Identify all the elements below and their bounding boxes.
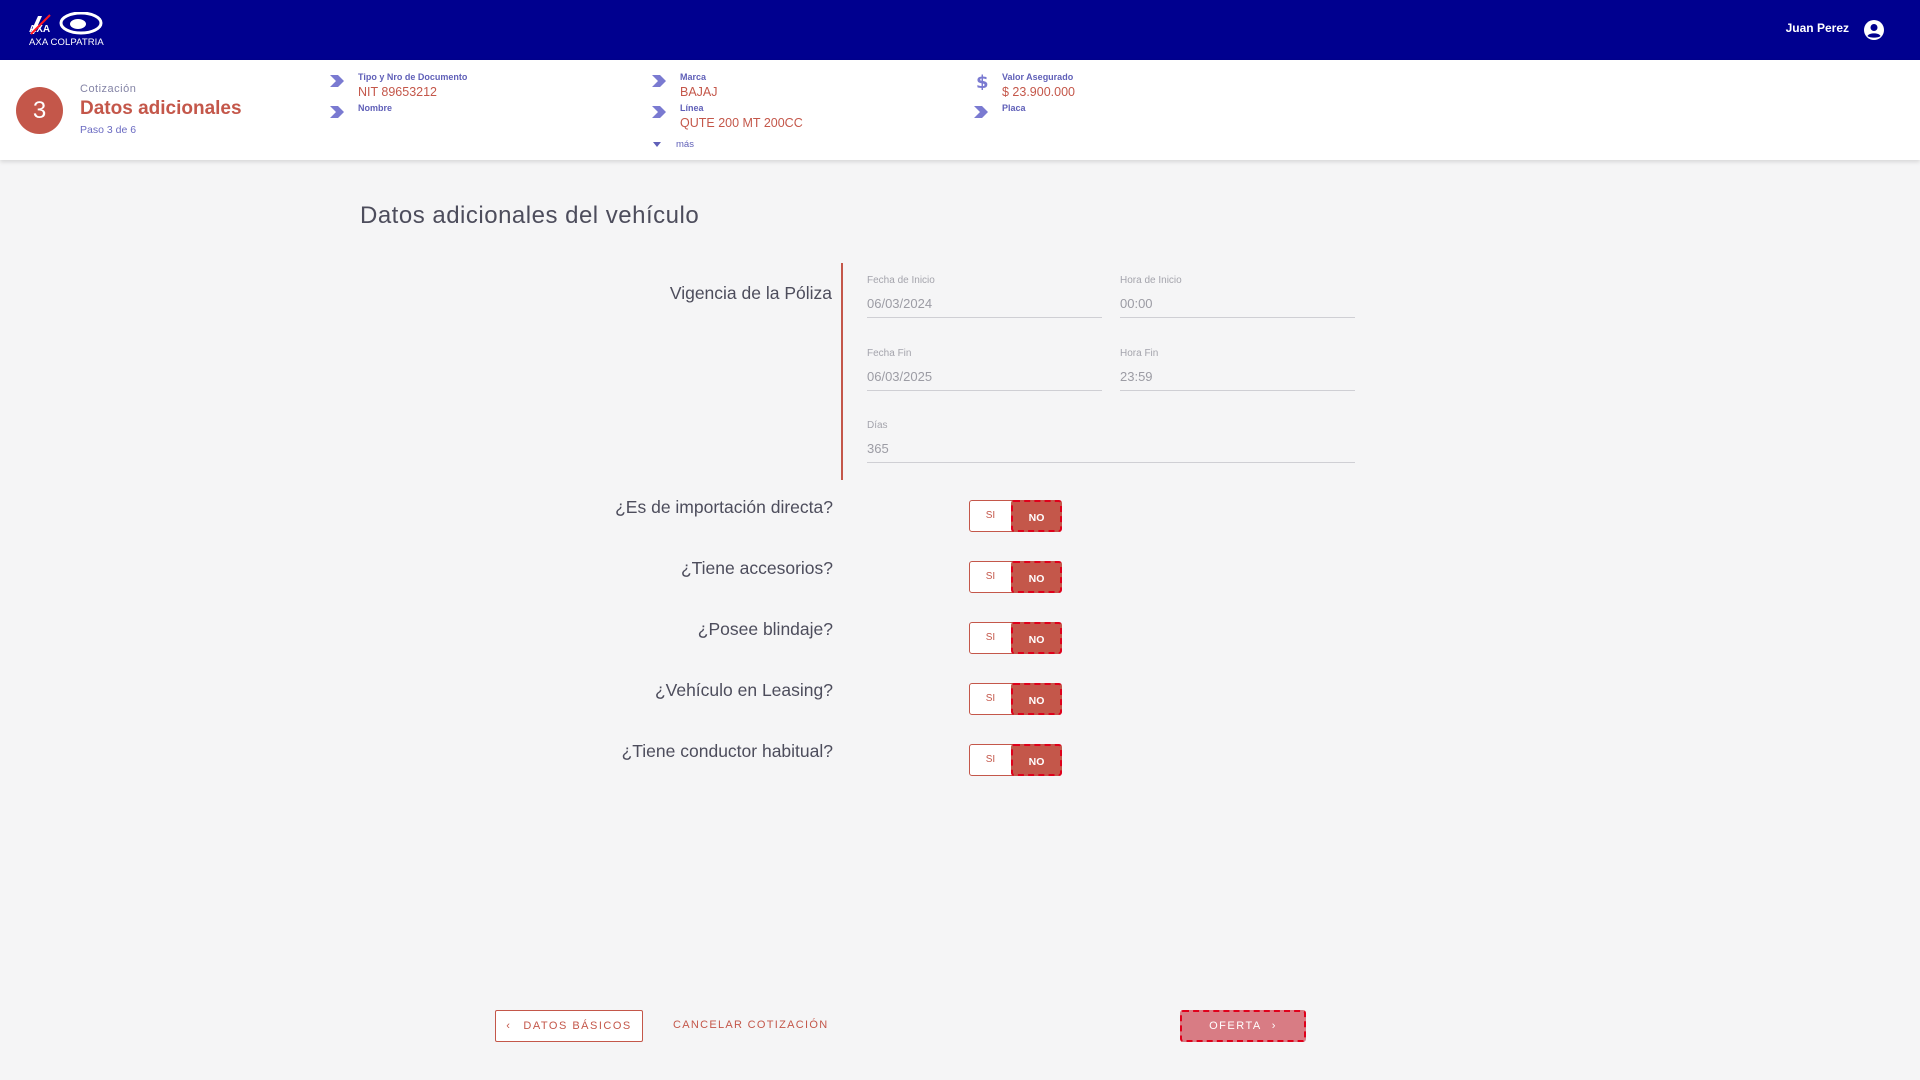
chevron-arrow-icon [330,75,344,87]
chevron-left-icon: ‹ [506,1020,512,1032]
summary-insured-value-label: Valor Asegurado [1002,72,1074,82]
toggle-no-option[interactable]: NO [1011,500,1062,532]
toggle-yes-option[interactable]: SI [970,745,1011,775]
start-time-label: Hora de Inicio [1120,275,1182,286]
yes-no-toggle[interactable]: SI NO [969,561,1062,593]
summary-plate: Placa [972,103,1272,131]
yes-no-toggle[interactable]: SI NO [969,500,1062,532]
svg-text:$: $ [976,72,989,90]
logo-text: AXA COLPATRIA [29,37,104,48]
policy-validity-label: Vigencia de la Póliza [669,283,832,303]
question-row-blindaje: ¿Posee blindaje? SI NO [0,619,1920,659]
start-date-label: Fecha de Inicio [867,275,935,286]
question-label: ¿Tiene accesorios? [680,558,833,578]
question-label: ¿Es de importación directa? [615,497,833,517]
yes-no-toggle[interactable]: SI NO [969,622,1062,654]
question-label: ¿Tiene conductor habitual? [621,741,833,761]
question-label: ¿Vehículo en Leasing? [654,680,833,700]
days-field[interactable]: Días 365 [867,420,1355,463]
summary-document: Tipo y Nro de Documento NIT 89653212 [328,72,628,100]
chevron-arrow-icon [974,106,988,118]
end-time-label: Hora Fin [1120,348,1159,359]
user-name[interactable]: Juan Perez [1786,21,1849,35]
start-time-value[interactable]: 00:00 [1120,296,1355,318]
start-time-field[interactable]: Hora de Inicio 00:00 [1120,275,1355,318]
toggle-no-option[interactable]: NO [1011,622,1062,654]
question-row-importacion: ¿Es de importación directa? SI NO [0,497,1920,537]
summary-name-label: Nombre [358,103,393,113]
axa-colpatria-logo[interactable]: AXA AXA COLPATRIA [28,12,108,50]
chevron-arrow-icon [652,106,666,118]
top-navbar: AXA AXA COLPATRIA Juan Perez [0,0,1920,60]
toggle-yes-option[interactable]: SI [970,562,1011,592]
caret-down-icon [653,142,661,147]
step-number-badge: 3 [16,87,63,134]
section-title: Datos adicionales del vehículo [360,202,700,229]
end-time-value[interactable]: 23:59 [1120,369,1355,391]
chevron-arrow-icon [330,106,344,118]
toggle-no-option[interactable]: NO [1011,683,1062,715]
summary-name: Nombre [328,103,628,131]
step-progress-text: Paso 3 de 6 [80,124,137,136]
question-row-leasing: ¿Vehículo en Leasing? SI NO [0,680,1920,720]
toggle-yes-option[interactable]: SI [970,684,1011,714]
start-date-field[interactable]: Fecha de Inicio 06/03/2024 [867,275,1102,318]
days-value[interactable]: 365 [867,441,1355,463]
step-pretitle: Cotización [80,83,137,95]
question-row-conductor: ¿Tiene conductor habitual? SI NO [0,741,1920,781]
more-label: más [676,139,694,150]
summary-document-label: Tipo y Nro de Documento [358,72,468,82]
summary-line-label: Línea [680,103,704,113]
end-time-field[interactable]: Hora Fin 23:59 [1120,348,1355,391]
offer-button[interactable]: OFERTA › [1180,1010,1306,1042]
summary-document-value: NIT 89653212 [358,85,437,99]
chevron-right-icon: › [1271,1020,1277,1032]
days-label: Días [867,420,888,431]
offer-button-label: OFERTA [1209,1020,1262,1032]
logo-mark-icon: AXA [29,12,103,35]
summary-line: Línea QUTE 200 MT 200CC [650,103,950,131]
summary-brand-value: BAJAJ [680,85,718,99]
summary-line-value: QUTE 200 MT 200CC [680,116,803,130]
account-circle-icon[interactable] [1863,19,1885,41]
dollar-icon: $ [976,72,989,90]
end-date-label: Fecha Fin [867,348,912,359]
cancel-quote-button[interactable]: CANCELAR COTIZACIÓN [673,1019,829,1031]
start-date-value[interactable]: 06/03/2024 [867,296,1102,318]
summary-plate-label: Placa [1002,103,1026,113]
step-header: 3 Cotización Datos adicionales Paso 3 de… [0,60,1920,160]
back-button[interactable]: ‹ DATOS BÁSICOS [495,1010,643,1042]
yes-no-toggle[interactable]: SI NO [969,683,1062,715]
toggle-yes-option[interactable]: SI [970,623,1011,653]
question-row-accesorios: ¿Tiene accesorios? SI NO [0,558,1920,598]
yes-no-toggle[interactable]: SI NO [969,744,1062,776]
chevron-arrow-icon [652,75,666,87]
summary-brand-label: Marca [680,72,707,82]
toggle-no-option[interactable]: NO [1011,744,1062,776]
back-button-label: DATOS BÁSICOS [523,1020,632,1032]
summary-insured-value-value: $ 23.900.000 [1002,85,1075,99]
question-label: ¿Posee blindaje? [697,619,833,639]
end-date-value[interactable]: 06/03/2025 [867,369,1102,391]
policy-section-divider [841,263,843,480]
summary-brand: Marca BAJAJ [650,72,950,100]
end-date-field[interactable]: Fecha Fin 06/03/2025 [867,348,1102,391]
step-title: Datos adicionales [80,98,242,119]
summary-insured-value: $ Valor Asegurado $ 23.900.000 [972,72,1272,100]
toggle-no-option[interactable]: NO [1011,561,1062,593]
toggle-yes-option[interactable]: SI [970,501,1011,531]
